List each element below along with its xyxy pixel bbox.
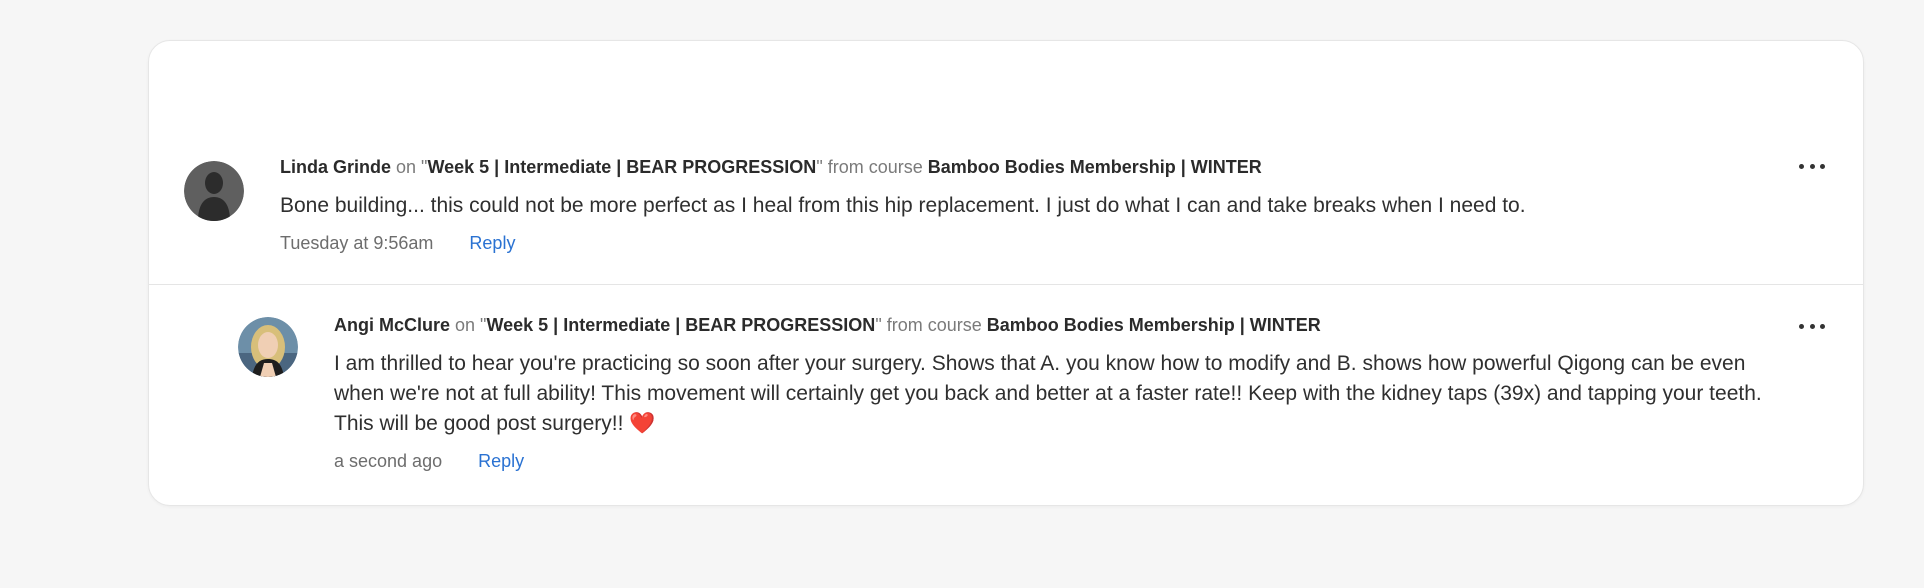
comment-timestamp: a second ago: [334, 451, 443, 471]
comments-card: Linda Grinde on "Week 5 | Intermediate |…: [148, 40, 1864, 506]
author-name[interactable]: Linda Grinde: [280, 157, 391, 177]
more-options-icon[interactable]: [1799, 319, 1825, 333]
on-text: on ": [396, 157, 428, 177]
author-name[interactable]: Angi McClure: [334, 315, 450, 335]
comment-text: I am thrilled to hear you're practicing …: [334, 349, 1774, 439]
from-course-text: " from course: [816, 157, 928, 177]
default-person-icon[interactable]: [184, 161, 244, 221]
comment-body: Angi McClure on "Week 5 | Intermediate |…: [334, 313, 1774, 473]
course-link[interactable]: Bamboo Bodies Membership | WINTER: [928, 157, 1262, 177]
comment-actions: a second ago Reply: [334, 449, 1774, 473]
comment-timestamp: Tuesday at 9:56am: [280, 233, 434, 253]
lesson-link[interactable]: Week 5 | Intermediate | BEAR PROGRESSION: [486, 315, 875, 335]
reply-comment-item: Angi McClure on "Week 5 | Intermediate |…: [149, 285, 1863, 485]
comment-meta: Angi McClure on "Week 5 | Intermediate |…: [334, 313, 1774, 337]
on-text: on ": [455, 315, 487, 335]
comment-actions: Tuesday at 9:56am Reply: [280, 231, 1780, 255]
comment-item: Linda Grinde on "Week 5 | Intermediate |…: [149, 119, 1863, 285]
lesson-link[interactable]: Week 5 | Intermediate | BEAR PROGRESSION: [427, 157, 816, 177]
comment-meta: Linda Grinde on "Week 5 | Intermediate |…: [280, 155, 1780, 179]
comment-text: Bone building... this could not be more …: [280, 194, 1526, 217]
course-link[interactable]: Bamboo Bodies Membership | WINTER: [987, 315, 1321, 335]
comment-body: Linda Grinde on "Week 5 | Intermediate |…: [280, 155, 1780, 255]
reply-button[interactable]: Reply: [478, 449, 524, 473]
heart-emoji: ❤️: [629, 412, 656, 435]
comment-text-content: I am thrilled to hear you're practicing …: [334, 352, 1762, 435]
more-options-icon[interactable]: [1799, 159, 1825, 173]
reply-button[interactable]: Reply: [469, 231, 515, 255]
from-course-text: " from course: [875, 315, 987, 335]
user-photo[interactable]: [238, 317, 298, 377]
